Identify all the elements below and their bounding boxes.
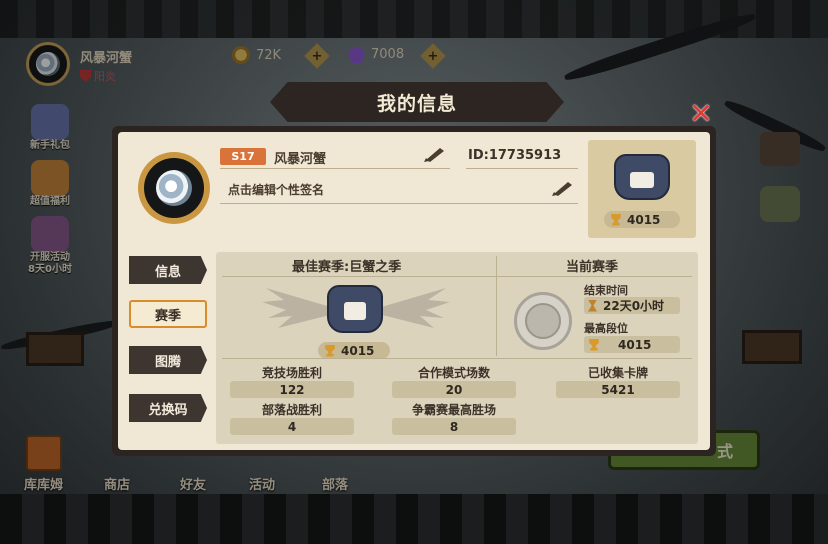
end-time-label: 结束时间 (584, 284, 628, 297)
highest-rank-pill: 4015 (584, 336, 680, 353)
section-title-divider (222, 276, 692, 277)
id-underline (466, 168, 578, 169)
end-time-pill: 22天0小时 (584, 297, 680, 314)
tournament-best-wins-value: 8 (392, 418, 516, 435)
right-wing-decor (378, 288, 450, 328)
trophy-icon (325, 344, 335, 357)
best-season-title: 最佳赛季:巨蟹之季 (292, 260, 402, 275)
trophy-icon (611, 213, 621, 226)
storm-swirl-icon (156, 170, 192, 206)
profile-avatar[interactable] (138, 152, 210, 224)
tab-totem[interactable]: 图腾 (129, 346, 207, 374)
hourglass-icon (588, 299, 597, 312)
highest-rank-label: 最高段位 (584, 322, 628, 335)
tournament-best-wins-label: 争霸赛最高胜场 (411, 403, 496, 417)
profile-name: 风暴河蟹 (274, 152, 327, 167)
edit-signature-icon[interactable] (552, 180, 574, 196)
end-time-value: 22天0小时 (603, 299, 665, 313)
cards-collected-label: 已收集卡牌 (587, 366, 648, 380)
close-button[interactable]: ✕ (688, 100, 714, 128)
tab-season[interactable]: 赛季 (129, 300, 207, 328)
rank-score: 4015 (604, 211, 680, 228)
tab-info[interactable]: 信息 (129, 256, 207, 284)
arena-wins-label: 竞技场胜利 (261, 366, 322, 380)
trophy-icon (589, 338, 599, 351)
name-underline (220, 168, 450, 169)
player-id: ID:17735913 (468, 148, 562, 163)
stats-divider (222, 358, 692, 359)
tribe-war-wins-label: 部落战胜利 (261, 403, 322, 417)
arena-wins-value: 122 (230, 381, 354, 398)
season-divider (496, 256, 497, 356)
tab-redeem-code[interactable]: 兑换码 (129, 394, 207, 422)
signature-text[interactable]: 点击编辑个性签名 (228, 181, 324, 198)
coop-matches-value: 20 (392, 381, 516, 398)
cards-collected-value: 5421 (556, 381, 680, 398)
current-season-emblem (514, 292, 572, 350)
current-season-title: 当前赛季 (566, 260, 619, 275)
coop-matches-label: 合作模式场数 (417, 366, 490, 380)
best-season-rank-icon (324, 282, 386, 338)
rank-score-value: 4015 (627, 212, 661, 227)
best-season-score: 4015 (318, 342, 390, 359)
edit-name-icon[interactable] (424, 146, 446, 162)
season-tag: S17 (220, 148, 266, 165)
modal-title: 我的信息 (376, 92, 457, 115)
tribe-war-wins-value: 4 (230, 418, 354, 435)
highest-rank-value: 4015 (618, 337, 652, 352)
modal-title-bar: 我的信息 (270, 82, 564, 122)
best-season-score-value: 4015 (341, 343, 375, 358)
monster-rank-icon (610, 150, 674, 206)
signature-underline (220, 203, 578, 204)
